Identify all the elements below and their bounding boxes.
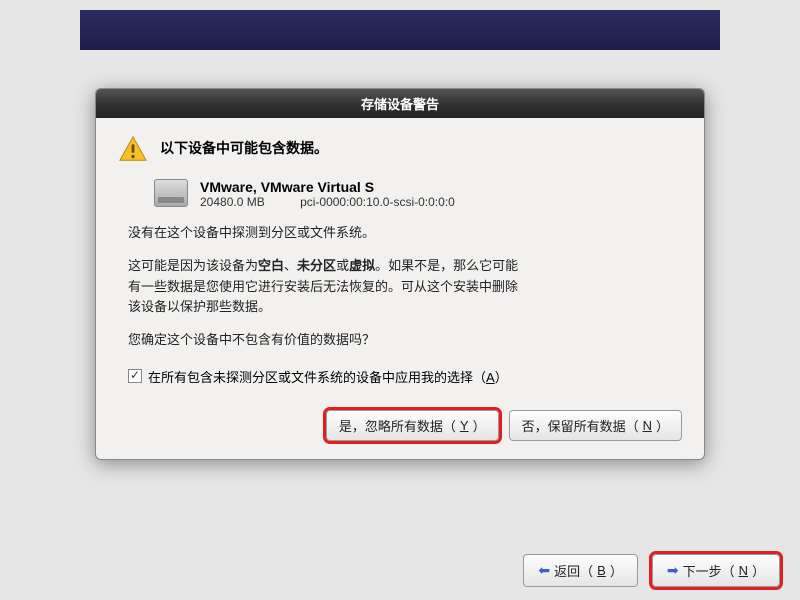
apply-all-checkbox[interactable] — [128, 369, 142, 383]
no-keep-button[interactable]: 否，保留所有数据（N） — [509, 410, 682, 441]
dialog-title: 存储设备警告 — [96, 89, 704, 118]
wizard-nav: ⬅ 返回（B） ➡ 下一步（N） — [523, 554, 780, 587]
installer-banner — [80, 10, 720, 50]
back-button[interactable]: ⬅ 返回（B） — [523, 554, 637, 587]
warning-icon — [118, 134, 148, 167]
confirm-question: 您确定这个设备中不包含有价值的数据吗？ — [128, 330, 682, 351]
no-partition-line: 没有在这个设备中探测到分区或文件系统。 — [128, 223, 682, 244]
next-button[interactable]: ➡ 下一步（N） — [652, 554, 780, 587]
yes-discard-button[interactable]: 是，忽略所有数据（Y） — [326, 410, 499, 441]
device-entry: VMware, VMware Virtual S 20480.0 MB pci-… — [154, 179, 682, 209]
device-size: 20480.0 MB — [200, 195, 265, 209]
disk-icon — [154, 179, 188, 207]
apply-all-checkbox-row[interactable]: 在所有包含未探测分区或文件系统的设备中应用我的选择（A） — [128, 367, 682, 386]
device-path: pci-0000:00:10.0-scsi-0:0:0:0 — [300, 195, 455, 209]
storage-warning-dialog: 存储设备警告 以下设备中可能包含数据。 VMware, VMware Virtu… — [95, 88, 705, 460]
dialog-heading: 以下设备中可能包含数据。 — [160, 134, 328, 158]
arrow-left-icon: ⬅ — [538, 562, 550, 579]
arrow-right-icon: ➡ — [667, 562, 679, 579]
apply-all-label: 在所有包含未探测分区或文件系统的设备中应用我的选择（A） — [148, 367, 508, 386]
device-name: VMware, VMware Virtual S — [200, 179, 455, 195]
device-details: 20480.0 MB pci-0000:00:10.0-scsi-0:0:0:0 — [200, 195, 455, 209]
reason-paragraph: 这可能是因为该设备为空白、未分区或虚拟。如果不是，那么它可能 有一些数据是您使用… — [128, 256, 682, 318]
